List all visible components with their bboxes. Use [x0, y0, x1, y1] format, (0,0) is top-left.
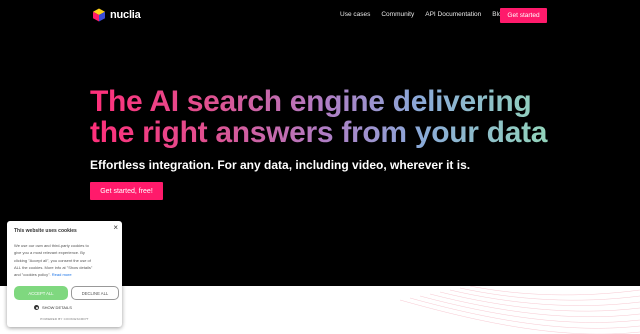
get-started-button[interactable]: Get started: [500, 8, 547, 23]
brand-name: nuclia: [110, 9, 141, 21]
show-details-label: SHOW DETAILS: [42, 305, 72, 310]
hero-title-line-1: The AI search engine delivering: [90, 86, 560, 117]
header: nuclia Use cases Community API Documenta…: [0, 0, 640, 30]
accept-all-button[interactable]: ACCEPT ALL: [14, 286, 68, 300]
logo[interactable]: nuclia: [92, 8, 141, 22]
nav-use-cases[interactable]: Use cases: [340, 11, 370, 18]
cookie-text-line: ALL the cookies. More info at "Show deta…: [14, 264, 93, 270]
cookie-text-line: and "cookies policy". Read more: [14, 271, 116, 278]
hero-subtitle: Effortless integration. For any data, in…: [90, 158, 471, 172]
cookie-text-line: give you a most relevant experience. By: [14, 250, 85, 256]
cookie-banner-title: This website uses cookies: [14, 228, 77, 234]
page: nuclia Use cases Community API Documenta…: [0, 0, 640, 334]
decline-all-button[interactable]: DECLINE ALL: [71, 286, 119, 300]
hero-title-line-2: the right answers from your data: [90, 117, 560, 148]
close-icon[interactable]: ×: [113, 224, 118, 232]
cube-logo-icon: [93, 8, 105, 22]
cookie-text-last: and "cookies policy".: [14, 272, 51, 278]
nav-api-documentation[interactable]: API Documentation: [425, 11, 481, 18]
cookie-banner-text: We use our own and third-party cookies t…: [14, 242, 116, 278]
cookie-text-line: We use our own and third-party cookies t…: [14, 243, 89, 248]
cookie-text-line: clicking "Accept all", you consent the u…: [14, 257, 91, 263]
read-more-link[interactable]: Read more: [52, 272, 72, 277]
main-nav: Use cases Community API Documentation Bl…: [340, 11, 505, 18]
powered-by-label: POWERED BY COOKIESCRIPT: [40, 317, 89, 321]
nav-community[interactable]: Community: [381, 11, 414, 18]
show-details-toggle[interactable]: SHOW DETAILS: [34, 305, 72, 310]
gear-icon: [34, 305, 39, 310]
hero-title: The AI search engine delivering the righ…: [90, 86, 560, 148]
cookie-consent-banner: This website uses cookies × We use our o…: [7, 221, 122, 327]
get-started-free-button[interactable]: Get started, free!: [90, 182, 163, 200]
